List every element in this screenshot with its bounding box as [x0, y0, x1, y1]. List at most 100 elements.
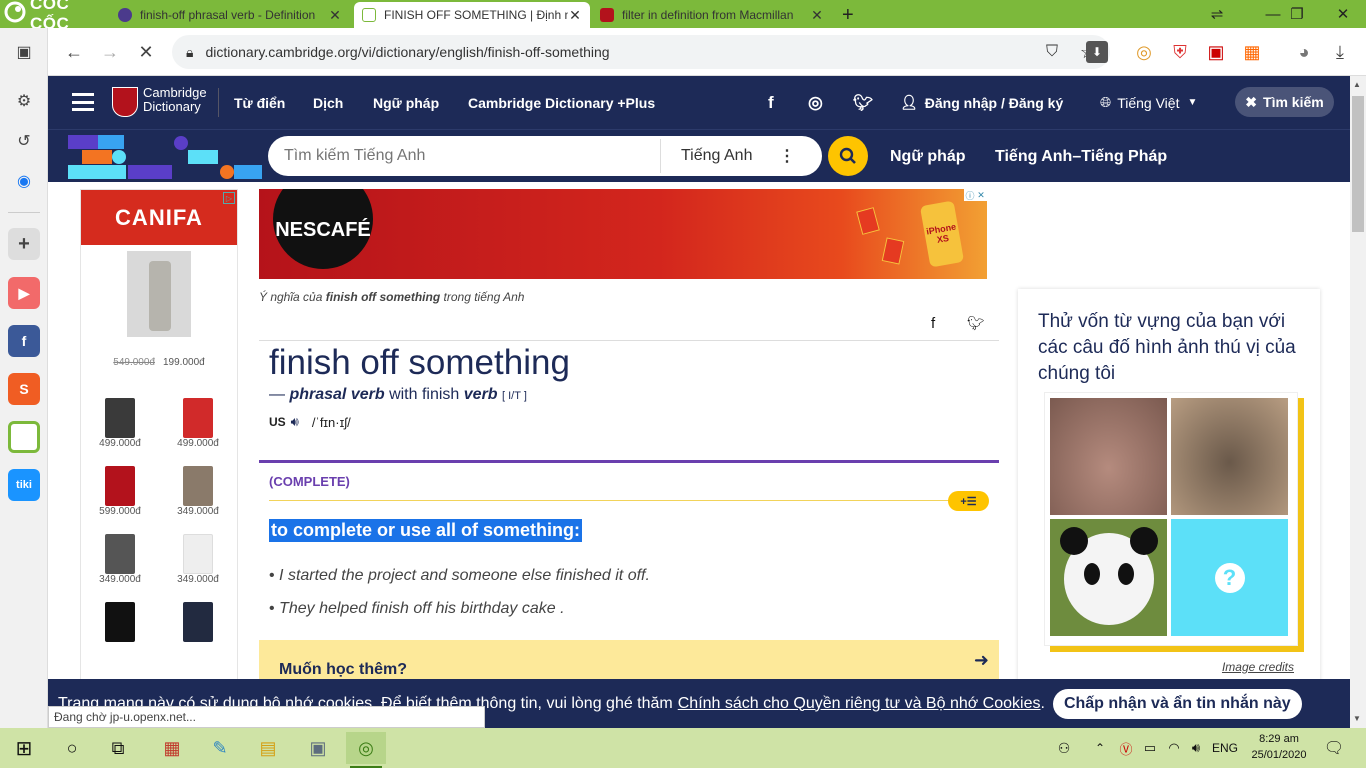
- product-item[interactable]: [159, 602, 237, 642]
- new-tab-icon[interactable]: +: [834, 2, 860, 28]
- nav-grammar[interactable]: Ngữ pháp: [373, 76, 439, 129]
- sub-link-english-french[interactable]: Tiếng Anh–Tiếng Pháp: [995, 130, 1167, 183]
- nav-dictionary[interactable]: Từ điển: [234, 76, 285, 129]
- adblock-icon[interactable]: ⛨: [1164, 36, 1196, 68]
- privacy-policy-link[interactable]: Chính sách cho Quyền riêng tư và Bộ nhớ …: [678, 695, 1041, 713]
- site-logo[interactable]: Cambridge Dictionary: [143, 86, 207, 114]
- hippo-image[interactable]: [1050, 398, 1167, 515]
- settings-icon[interactable]: ⚙: [9, 86, 39, 116]
- windows-start-icon[interactable]: ⊞: [4, 732, 44, 764]
- login-link[interactable]: 👤︎ Đăng nhập / Đăng ký: [900, 76, 1063, 129]
- image-credits-link[interactable]: Image credits: [1222, 660, 1294, 674]
- share-twitter-icon[interactable]: 🐦︎: [967, 315, 985, 332]
- sub-link-grammar[interactable]: Ngữ pháp: [890, 130, 966, 183]
- extension-colors-icon[interactable]: ▦: [1236, 36, 1268, 68]
- scroll-up-icon[interactable]: ▲: [1353, 80, 1361, 89]
- back-icon[interactable]: ←: [58, 36, 90, 68]
- app-tool-icon[interactable]: ▦: [152, 732, 192, 764]
- tiki-icon[interactable]: tiki: [8, 469, 40, 501]
- canifa-logo: CANIFA: [81, 190, 237, 245]
- app-blue-icon[interactable]: ▣: [298, 732, 338, 764]
- mystery-tile[interactable]: ?: [1171, 519, 1288, 636]
- search-toggle-button[interactable]: ✖ Tìm kiếm: [1235, 87, 1334, 117]
- add-to-list-icon[interactable]: +☰: [948, 491, 989, 511]
- tab-3[interactable]: filter in definition from Macmillan ✕: [592, 2, 832, 28]
- app-paint-icon[interactable]: ✎: [200, 732, 240, 764]
- product-item[interactable]: 349.000đ: [159, 534, 237, 585]
- arrow-right-icon: ➜: [973, 650, 989, 670]
- task-view-icon[interactable]: ⧉: [98, 732, 138, 764]
- sidebar-toggle-icon[interactable]: ▣: [9, 37, 39, 67]
- product-item[interactable]: [81, 602, 159, 642]
- stop-loading-icon[interactable]: ✕: [130, 36, 162, 68]
- instagram-icon[interactable]: ◎: [808, 76, 823, 129]
- messenger-icon[interactable]: ◉: [9, 166, 39, 196]
- search-language-select[interactable]: Tiếng Anh: [661, 147, 779, 165]
- product-item[interactable]: 349.000đ: [159, 466, 237, 517]
- canifa-ad[interactable]: CANIFA ▷ 549.000đ 199.000đ 499.000đ 499.…: [80, 189, 238, 689]
- tab-close-icon[interactable]: ✕: [810, 7, 824, 24]
- tab-1[interactable]: finish-off phrasal verb - Definition ✕: [110, 2, 350, 28]
- share-facebook-icon[interactable]: f: [931, 315, 935, 332]
- seal-image[interactable]: [1171, 398, 1288, 515]
- coccoc-app-icon[interactable]: [8, 421, 40, 453]
- meaning-breadcrumb: Ý nghĩa của finish off something trong t…: [259, 290, 525, 304]
- tab-favicon-icon: [362, 8, 376, 22]
- address-bar[interactable]: 🔒︎ dictionary.cambridge.org/vi/dictionar…: [172, 35, 1110, 69]
- clock[interactable]: 8:29 am 25/01/2020: [1248, 731, 1310, 763]
- extension-coccoc-icon[interactable]: ◎: [1128, 36, 1160, 68]
- facebook-icon[interactable]: f: [768, 76, 774, 129]
- product-item[interactable]: 499.000đ: [159, 398, 237, 449]
- restore-icon[interactable]: ❐: [1274, 0, 1320, 28]
- tab-list-icon[interactable]: ⇌: [1194, 0, 1240, 28]
- scroll-thumb[interactable]: [1352, 96, 1364, 232]
- nescafe-banner-ad[interactable]: NESCAFÉ iPhone XS ⓘ ✕: [259, 189, 987, 279]
- speaker-icon[interactable]: 🔊︎: [291, 414, 299, 430]
- people-icon[interactable]: ⚇: [1044, 732, 1084, 764]
- scrollbar[interactable]: ▲ ▼: [1350, 76, 1366, 728]
- browser-sidebar: ▣ ⚙ ↺ ◉ + ▶ f S tiki: [0, 28, 48, 728]
- notifications-icon[interactable]: 🗨︎: [1314, 732, 1354, 764]
- download-ext-icon[interactable]: ⬇: [1086, 41, 1108, 63]
- decor-block: [128, 165, 172, 179]
- youtube-icon[interactable]: ▶: [8, 277, 40, 309]
- file-explorer-icon[interactable]: ▤: [248, 732, 288, 764]
- search-input[interactable]: [268, 147, 660, 165]
- shopee-icon[interactable]: S: [8, 373, 40, 405]
- browser-brand[interactable]: CỐC CỐC: [0, 0, 110, 33]
- cortana-icon[interactable]: ○: [52, 732, 92, 764]
- twitter-icon[interactable]: 🐦︎: [853, 76, 873, 129]
- adchoices-icon[interactable]: ▷: [223, 192, 235, 204]
- scroll-down-icon[interactable]: ▼: [1353, 714, 1361, 723]
- nav-plus[interactable]: Cambridge Dictionary +Plus: [468, 76, 655, 129]
- tab-2-active[interactable]: FINISH OFF SOMETHING | Định ng ✕: [354, 2, 590, 28]
- learn-more-panel[interactable]: Muốn học thêm? ➜: [259, 640, 999, 680]
- profile-avatar-icon[interactable]: ◕: [1288, 36, 1320, 68]
- tab-close-icon[interactable]: ✕: [568, 7, 582, 24]
- more-options-icon[interactable]: ⋮: [779, 146, 795, 166]
- coccoc-taskbar-icon[interactable]: ◎: [346, 732, 386, 764]
- accept-cookies-button[interactable]: Chấp nhận và ẩn tin nhắn này: [1052, 688, 1302, 719]
- add-app-icon[interactable]: +: [8, 228, 40, 260]
- hamburger-menu-icon[interactable]: [72, 93, 94, 111]
- nav-translate[interactable]: Dịch: [313, 76, 343, 129]
- shield-icon[interactable]: ⛉: [1046, 43, 1058, 61]
- volume-icon[interactable]: 🔊︎: [1176, 732, 1216, 764]
- history-icon[interactable]: ↺: [9, 126, 39, 156]
- facebook-icon[interactable]: f: [8, 325, 40, 357]
- product-item[interactable]: 349.000đ: [81, 534, 159, 585]
- product-item[interactable]: 599.000đ: [81, 466, 159, 517]
- product-grid: 499.000đ 499.000đ 599.000đ 349.000đ 349.…: [81, 398, 237, 642]
- product-item[interactable]: 499.000đ: [81, 398, 159, 449]
- forward-icon[interactable]: →: [94, 36, 126, 68]
- language-selector[interactable]: 🌐︎ Tiếng Việt ▼: [1100, 76, 1197, 129]
- ad-close-icon[interactable]: ✕: [975, 189, 987, 201]
- downloads-icon[interactable]: ⤓: [1324, 36, 1356, 68]
- search-submit-button[interactable]: [828, 136, 868, 176]
- tab-close-icon[interactable]: ✕: [328, 7, 342, 24]
- extension-red-icon[interactable]: ▣: [1200, 36, 1232, 68]
- quiz-image-grid[interactable]: ?: [1044, 392, 1298, 646]
- panda-image[interactable]: [1050, 519, 1167, 636]
- close-window-icon[interactable]: ✕: [1320, 0, 1366, 28]
- input-language[interactable]: ENG: [1212, 741, 1238, 755]
